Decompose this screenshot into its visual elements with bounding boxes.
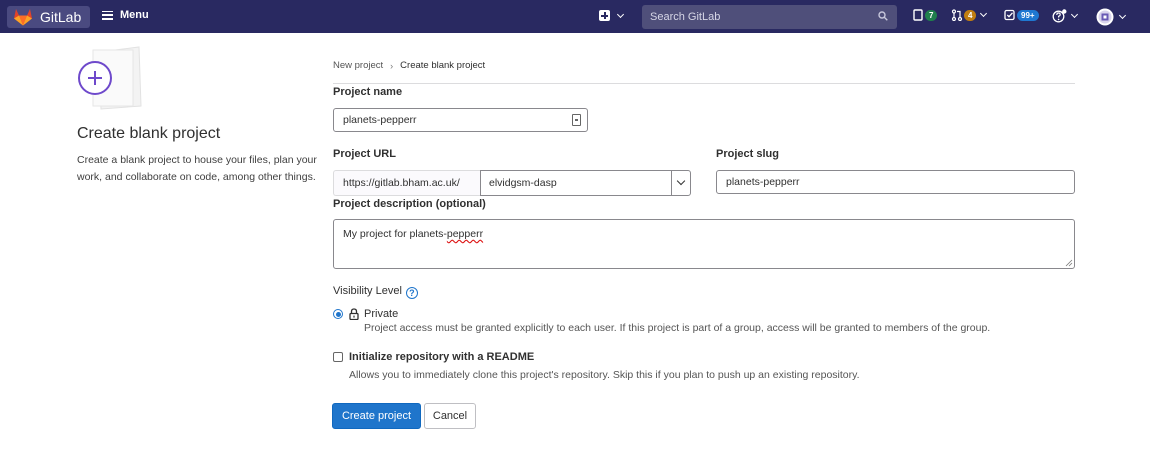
menu-label: Menu xyxy=(120,9,149,21)
namespace-value: elvidgsm-dasp xyxy=(489,177,557,189)
breadcrumb-separator-icon: › xyxy=(390,60,394,71)
page-title: Create blank project xyxy=(77,125,221,142)
project-url-prefix: https://gitlab.bham.ac.uk/ xyxy=(333,170,480,196)
resize-handle-icon[interactable] xyxy=(1065,259,1073,267)
plus-square-icon xyxy=(599,10,610,21)
merge-request-icon xyxy=(951,9,963,21)
todo-check-icon xyxy=(1004,9,1015,21)
initialize-readme-label[interactable]: Initialize repository with a README xyxy=(349,351,534,363)
chevron-down-icon xyxy=(980,9,988,18)
help-icon[interactable]: ? xyxy=(405,287,418,299)
project-name-label: Project name xyxy=(333,86,403,98)
project-url-label: Project URL xyxy=(333,148,396,160)
create-project-button[interactable]: Create project xyxy=(332,403,421,429)
gitlab-home-link[interactable]: GitLab xyxy=(7,6,90,28)
namespace-select[interactable]: elvidgsm-dasp xyxy=(480,170,691,196)
avatar xyxy=(1096,8,1114,26)
merge-requests-button[interactable]: 4 xyxy=(951,9,988,21)
breadcrumb: New project › Create blank project xyxy=(333,60,485,71)
page-description: Create a blank project to house your fil… xyxy=(77,154,317,183)
issues-count-badge: 7 xyxy=(925,9,938,21)
project-slug-label: Project slug xyxy=(716,148,779,160)
merge-requests-count-badge: 4 xyxy=(964,9,977,21)
project-description-label: Project description (optional) xyxy=(333,198,486,210)
chevron-down-icon xyxy=(1070,10,1079,19)
visibility-level-label: Visibility Level xyxy=(333,285,402,297)
visibility-private-description: Project access must be granted explicitl… xyxy=(364,322,991,334)
visibility-private-radio[interactable] xyxy=(333,309,343,319)
user-menu-button[interactable] xyxy=(1096,8,1127,26)
description-text-misspelled: pepperr xyxy=(446,228,484,240)
menu-button[interactable]: Menu xyxy=(102,9,149,21)
chevron-down-icon xyxy=(1118,11,1127,20)
initialize-readme-description: Allows you to immediately clone this pro… xyxy=(349,369,860,381)
search-icon xyxy=(878,11,888,21)
todos-count-badge: 99+ xyxy=(1017,9,1039,21)
search-placeholder: Search GitLab xyxy=(650,11,721,23)
help-question-icon xyxy=(1052,9,1067,23)
top-navbar: GitLab Menu Search GitLab 7 4 99+ xyxy=(0,0,1150,33)
issues-button[interactable]: 7 xyxy=(913,9,938,21)
breadcrumb-current[interactable]: Create blank project xyxy=(400,60,485,71)
description-text-start: My project for planets- xyxy=(343,228,447,240)
project-slug-input[interactable]: planets-pepperr xyxy=(716,170,1075,194)
chevron-down-icon[interactable] xyxy=(671,171,690,195)
new-dropdown-button[interactable] xyxy=(599,10,625,21)
project-name-input[interactable]: planets-pepperr xyxy=(333,108,588,132)
brand-name: GitLab xyxy=(40,9,82,25)
visibility-level-heading: Visibility Level? xyxy=(333,285,418,299)
breadcrumb-divider xyxy=(333,83,1075,84)
blank-project-illustration-icon xyxy=(78,46,142,110)
cancel-button[interactable]: Cancel xyxy=(424,403,476,429)
initialize-readme-checkbox[interactable] xyxy=(333,352,343,362)
lock-icon xyxy=(349,308,359,320)
password-manager-icon[interactable] xyxy=(572,114,581,126)
project-name-value: planets-pepperr xyxy=(343,114,417,126)
breadcrumb-new-project-link[interactable]: New project xyxy=(333,60,383,71)
chevron-down-icon xyxy=(616,10,625,18)
project-slug-value: planets-pepperr xyxy=(726,176,800,188)
issues-icon xyxy=(913,9,923,21)
hamburger-icon xyxy=(102,10,113,20)
todos-button[interactable]: 99+ xyxy=(1004,9,1039,21)
visibility-private-label[interactable]: Private xyxy=(364,308,398,320)
help-button[interactable] xyxy=(1052,9,1079,23)
project-description-textarea[interactable]: My project for planets-pepperr xyxy=(333,219,1075,269)
gitlab-logo-icon xyxy=(14,9,32,26)
search-input[interactable]: Search GitLab xyxy=(642,5,897,29)
